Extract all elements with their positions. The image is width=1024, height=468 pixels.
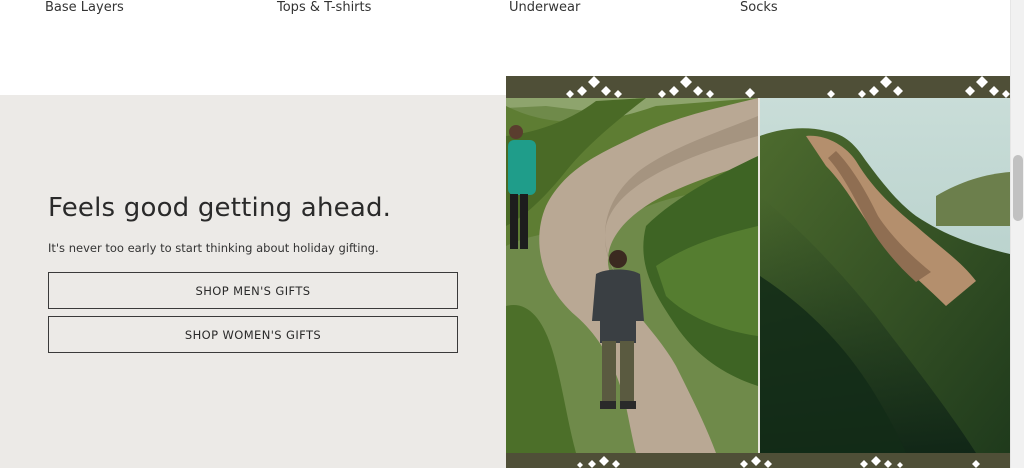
mountain-photo [760, 98, 1010, 453]
category-link-underwear[interactable]: Underwear [509, 0, 580, 16]
promo-subtext: It's never too early to start thinking a… [48, 241, 379, 255]
diamond-pattern-icon [566, 76, 1010, 98]
category-link-base-layers[interactable]: Base Layers [45, 0, 124, 16]
category-link-socks[interactable]: Socks [740, 0, 778, 16]
trail-photo [506, 98, 758, 453]
page-scrollbar[interactable] [1010, 0, 1024, 468]
holiday-gift-promo-panel: Feels good getting ahead. It's never too… [0, 95, 506, 468]
promo-headline: Feels good getting ahead. [48, 193, 392, 223]
shop-mens-gifts-button[interactable]: SHOP MEN'S GIFTS [48, 272, 458, 309]
diamond-pattern-icon [577, 456, 980, 468]
photo-divider [758, 98, 760, 453]
category-link-tops-tshirts[interactable]: Tops & T-shirts [277, 0, 371, 16]
shop-womens-gifts-button[interactable]: SHOP WOMEN'S GIFTS [48, 316, 458, 353]
category-links-row: Base Layers Tops & T-shirts Underwear So… [0, 0, 1010, 20]
promo-photo-collage [506, 76, 1010, 468]
scrollbar-thumb[interactable] [1013, 155, 1023, 221]
hikers-and-mountain-image [506, 76, 1010, 468]
